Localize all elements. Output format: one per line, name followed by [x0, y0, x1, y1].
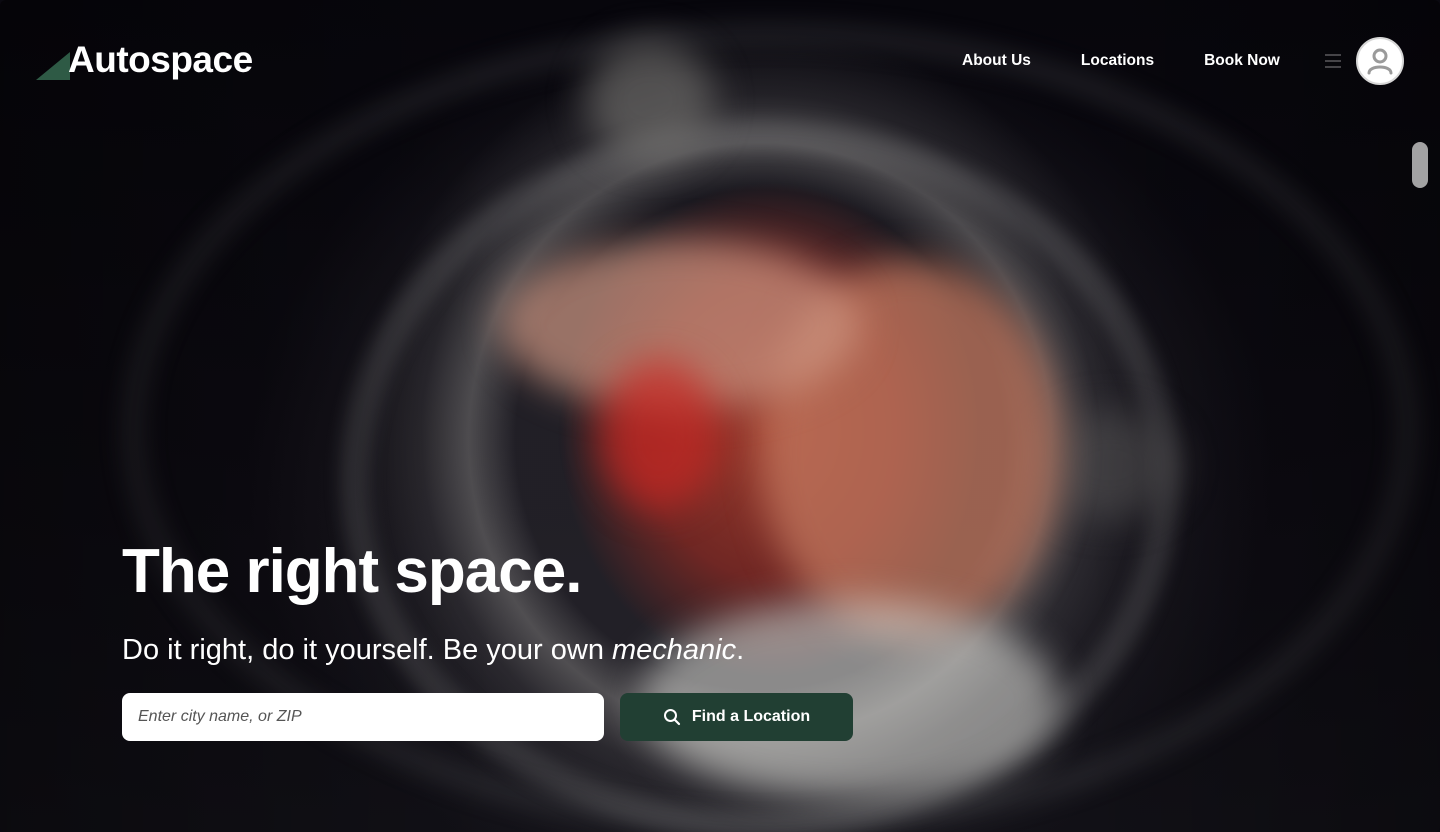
- hero-headline: The right space.: [122, 537, 582, 606]
- search-icon: [663, 708, 681, 726]
- user-silhouette-icon: [1367, 48, 1393, 75]
- brand-name: Autospace: [68, 39, 253, 80]
- nav-link-locations[interactable]: Locations: [1081, 51, 1154, 71]
- find-location-label: Find a Location: [691, 708, 811, 725]
- hamburger-icon[interactable]: [1325, 54, 1341, 68]
- main-nav: About Us Locations Book Now: [962, 51, 1330, 71]
- hero-subline-text: Do it right, do it yourself. Be your own: [122, 634, 612, 666]
- find-location-button[interactable]: Find a Location: [620, 693, 853, 741]
- hero-subline: Do it right, do it yourself. Be your own…: [122, 632, 744, 668]
- page-scrollbar-thumb[interactable]: [1412, 142, 1428, 188]
- logo-triangle-icon: [36, 52, 70, 80]
- hero-subline-emphasis: mechanic: [612, 634, 737, 666]
- hero-subline-end: .: [736, 634, 745, 666]
- brand-logo[interactable]: Autospace: [36, 40, 253, 80]
- nav-link-book-now[interactable]: Book Now: [1204, 51, 1280, 71]
- location-search-input[interactable]: [122, 693, 604, 741]
- nav-link-about-us[interactable]: About Us: [962, 51, 1031, 71]
- user-avatar-icon[interactable]: [1356, 37, 1404, 85]
